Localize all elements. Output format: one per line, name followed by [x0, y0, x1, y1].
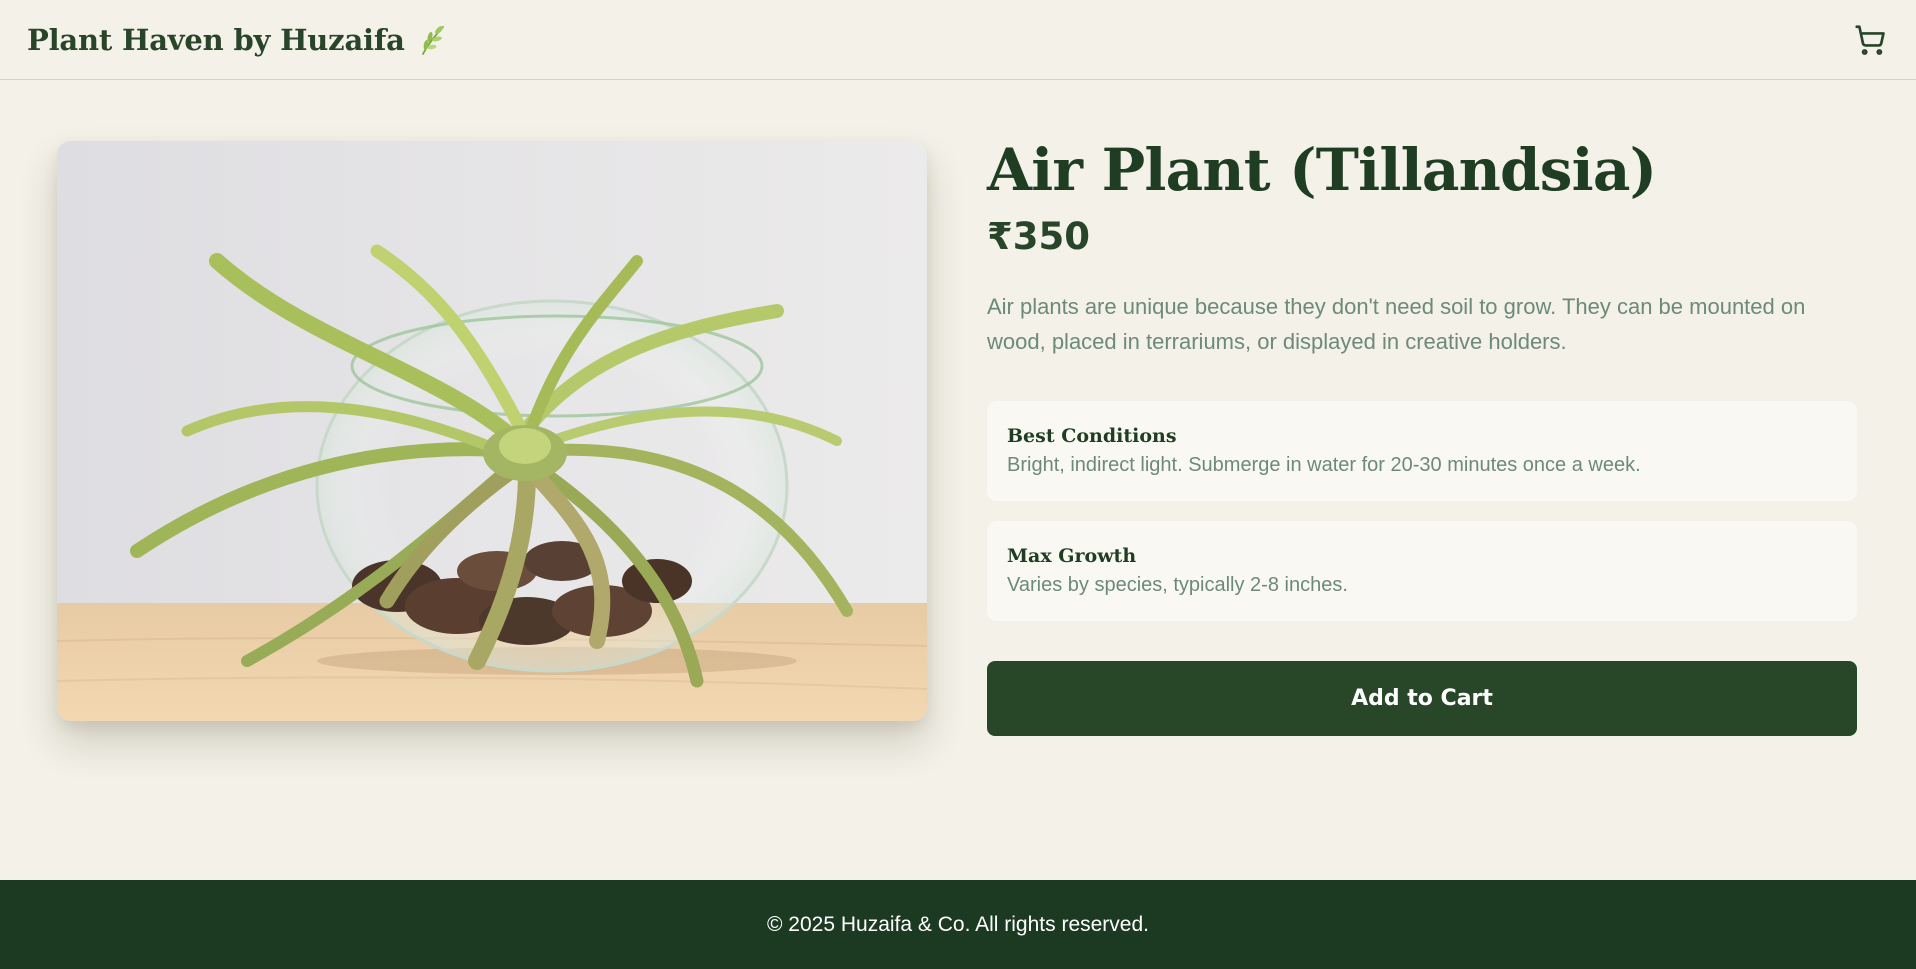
spec-title: Best Conditions [1007, 425, 1177, 447]
spec-text: Bright, indirect light. Submerge in wate… [1007, 454, 1641, 476]
product-price: ₹350 [987, 215, 1090, 258]
cart-icon [1855, 25, 1885, 55]
copyright-text: © 2025 Huzaifa & Co. All rights reserved… [767, 912, 1149, 936]
cart-button[interactable] [1852, 22, 1888, 58]
site-footer: © 2025 Huzaifa & Co. All rights reserved… [0, 880, 1916, 969]
spec-card-max-growth: Max Growth Varies by species, typically … [987, 521, 1857, 621]
product-image [57, 141, 927, 721]
spec-text: Varies by species, typically 2-8 inches. [1007, 574, 1348, 596]
product-detail: Air Plant (Tillandsia) ₹350 Air plants a… [0, 81, 1916, 880]
brand-name: Plant Haven by Huzaifa [27, 22, 405, 57]
add-to-cart-button[interactable]: Add to Cart [987, 661, 1857, 736]
site-header: Plant Haven by Huzaifa [0, 0, 1916, 80]
product-description: Air plants are unique because they don't… [987, 294, 1806, 354]
spec-title: Max Growth [1007, 545, 1137, 567]
brand-logo[interactable]: Plant Haven by Huzaifa [27, 23, 447, 57]
product-info: Air Plant (Tillandsia) ₹350 Air plants a… [987, 135, 1857, 736]
leaf-icon [417, 24, 447, 56]
product-title: Air Plant (Tillandsia) [987, 136, 1657, 204]
spec-card-best-conditions: Best Conditions Bright, indirect light. … [987, 401, 1857, 501]
